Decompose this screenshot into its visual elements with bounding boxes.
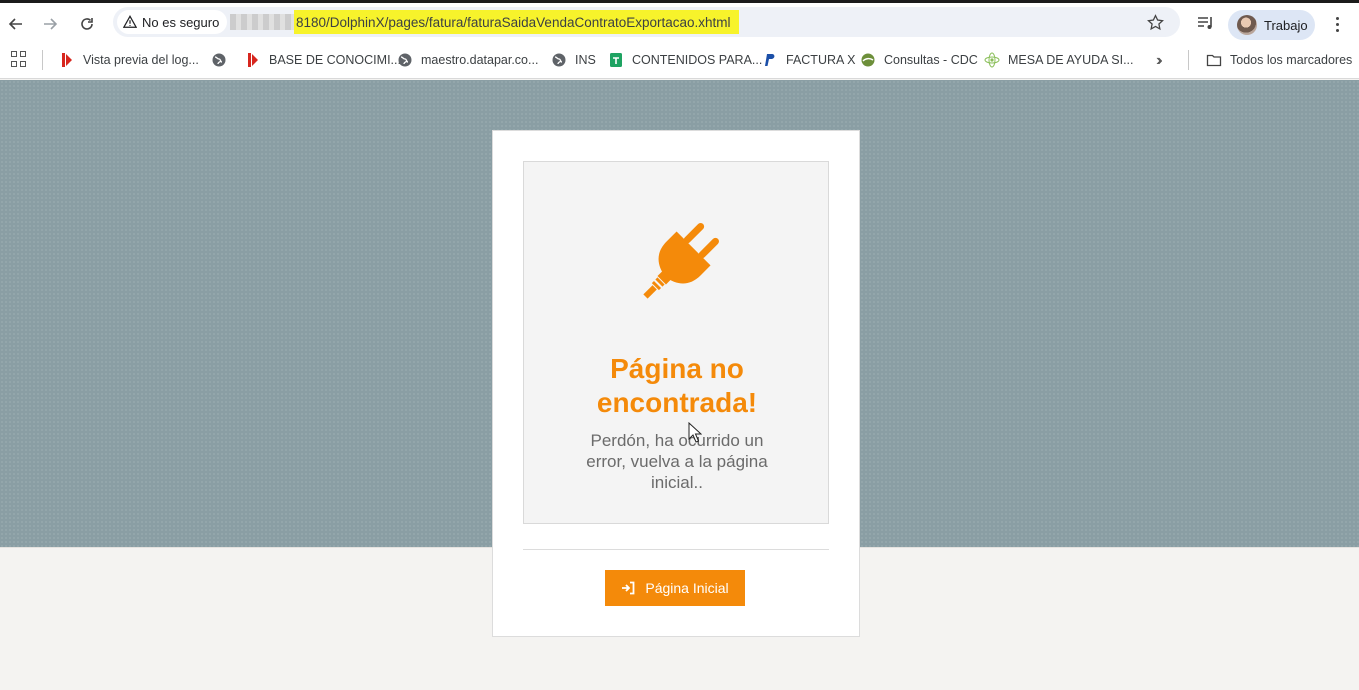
globe-icon — [551, 52, 567, 68]
bookmark-base-conocimiento[interactable]: BASE DE CONOCIMI... — [245, 48, 401, 72]
bookmark-label: MESA DE AYUDA SI... — [1008, 53, 1134, 67]
bookmark-label: Consultas - CDC — [884, 53, 978, 67]
avatar — [1237, 15, 1257, 35]
bookmark-maestro[interactable]: maestro.datapar.co... — [397, 48, 538, 72]
reload-icon — [81, 18, 93, 30]
unplugged-icon — [643, 223, 719, 299]
bookmark-label: Vista previa del log... — [83, 53, 199, 67]
bookmarks-divider — [42, 50, 43, 70]
bookmark-factura-x[interactable]: FACTURA X — [762, 48, 855, 72]
green-leaf-icon — [860, 52, 876, 68]
bookmark-ins[interactable]: INS — [551, 48, 596, 72]
browser-menu-icon[interactable] — [1328, 13, 1346, 35]
red-flag-icon — [245, 52, 261, 68]
error-panel: Página no encontrada! Perdón, ha ocurrid… — [523, 161, 829, 524]
back-arrow-icon — [8, 18, 22, 30]
bookmark-label: BASE DE CONOCIMI... — [269, 53, 401, 67]
url-host-redacted — [230, 14, 294, 30]
red-flag-icon — [59, 52, 75, 68]
bookmark-label: maestro.datapar.co... — [421, 53, 539, 67]
folder-icon — [1206, 52, 1222, 68]
home-page-button[interactable]: Página Inicial — [605, 570, 745, 606]
bookmark-label: CONTENIDOS PARA... — [632, 53, 763, 67]
profile-name: Trabajo — [1264, 17, 1308, 33]
bookmark-contenidos[interactable]: CONTENIDOS PARA... — [608, 48, 762, 72]
browser-toolbar: No es seguro 8180/DolphinX/pages/fatura/… — [0, 0, 1359, 42]
bookmark-mesa-ayuda[interactable]: MESA DE AYUDA SI... — [984, 48, 1134, 72]
sheets-icon — [608, 52, 624, 68]
error-card: Página no encontrada! Perdón, ha ocurrid… — [492, 130, 860, 637]
bookmark-globe-blank[interactable] — [211, 48, 227, 72]
error-message: Perdón, ha ocurrido un error, vuelva a l… — [586, 431, 768, 492]
bookmark-label: INS — [575, 53, 596, 67]
apps-grid-icon[interactable] — [11, 51, 27, 67]
media-control-icon[interactable] — [1196, 13, 1216, 33]
bookmark-label: FACTURA X — [786, 53, 856, 67]
back-button[interactable] — [3, 11, 29, 37]
globe-icon — [211, 52, 227, 68]
profile-button[interactable]: Trabajo — [1228, 10, 1315, 40]
paypal-icon — [762, 52, 778, 68]
home-page-button-label: Página Inicial — [645, 580, 729, 596]
security-label: No es seguro — [142, 14, 220, 30]
globe-icon — [397, 52, 413, 68]
mouse-cursor-icon — [688, 422, 702, 443]
bookmark-consultas-cdc[interactable]: Consultas - CDC — [860, 48, 978, 72]
error-title: Página no encontrada! — [596, 353, 758, 418]
all-bookmarks-folder[interactable]: Todos los marcadores — [1206, 48, 1352, 72]
bookmark-star-icon[interactable] — [1145, 12, 1165, 32]
security-chip[interactable]: No es seguro — [117, 10, 228, 34]
more-bookmarks-chevron-icon[interactable]: ›› — [1156, 52, 1162, 70]
bookmark-label: Todos los marcadores — [1230, 53, 1353, 67]
url-text[interactable]: 8180/DolphinX/pages/fatura/faturaSaidaVe… — [294, 10, 739, 34]
warning-icon — [123, 15, 137, 28]
bookmark-vista-previa[interactable]: Vista previa del log... — [59, 48, 199, 72]
card-divider — [523, 549, 829, 550]
forward-button[interactable] — [37, 11, 63, 37]
bookmarks-bar: Vista previa del log... BASE DE CONOCIMI… — [0, 42, 1359, 79]
sign-in-icon — [622, 581, 635, 595]
address-bar[interactable]: No es seguro 8180/DolphinX/pages/fatura/… — [113, 7, 1180, 37]
reload-button[interactable] — [74, 11, 100, 37]
forward-arrow-icon — [44, 18, 58, 30]
bookmarks-divider — [1188, 50, 1189, 70]
green-atom-icon — [984, 52, 1000, 68]
